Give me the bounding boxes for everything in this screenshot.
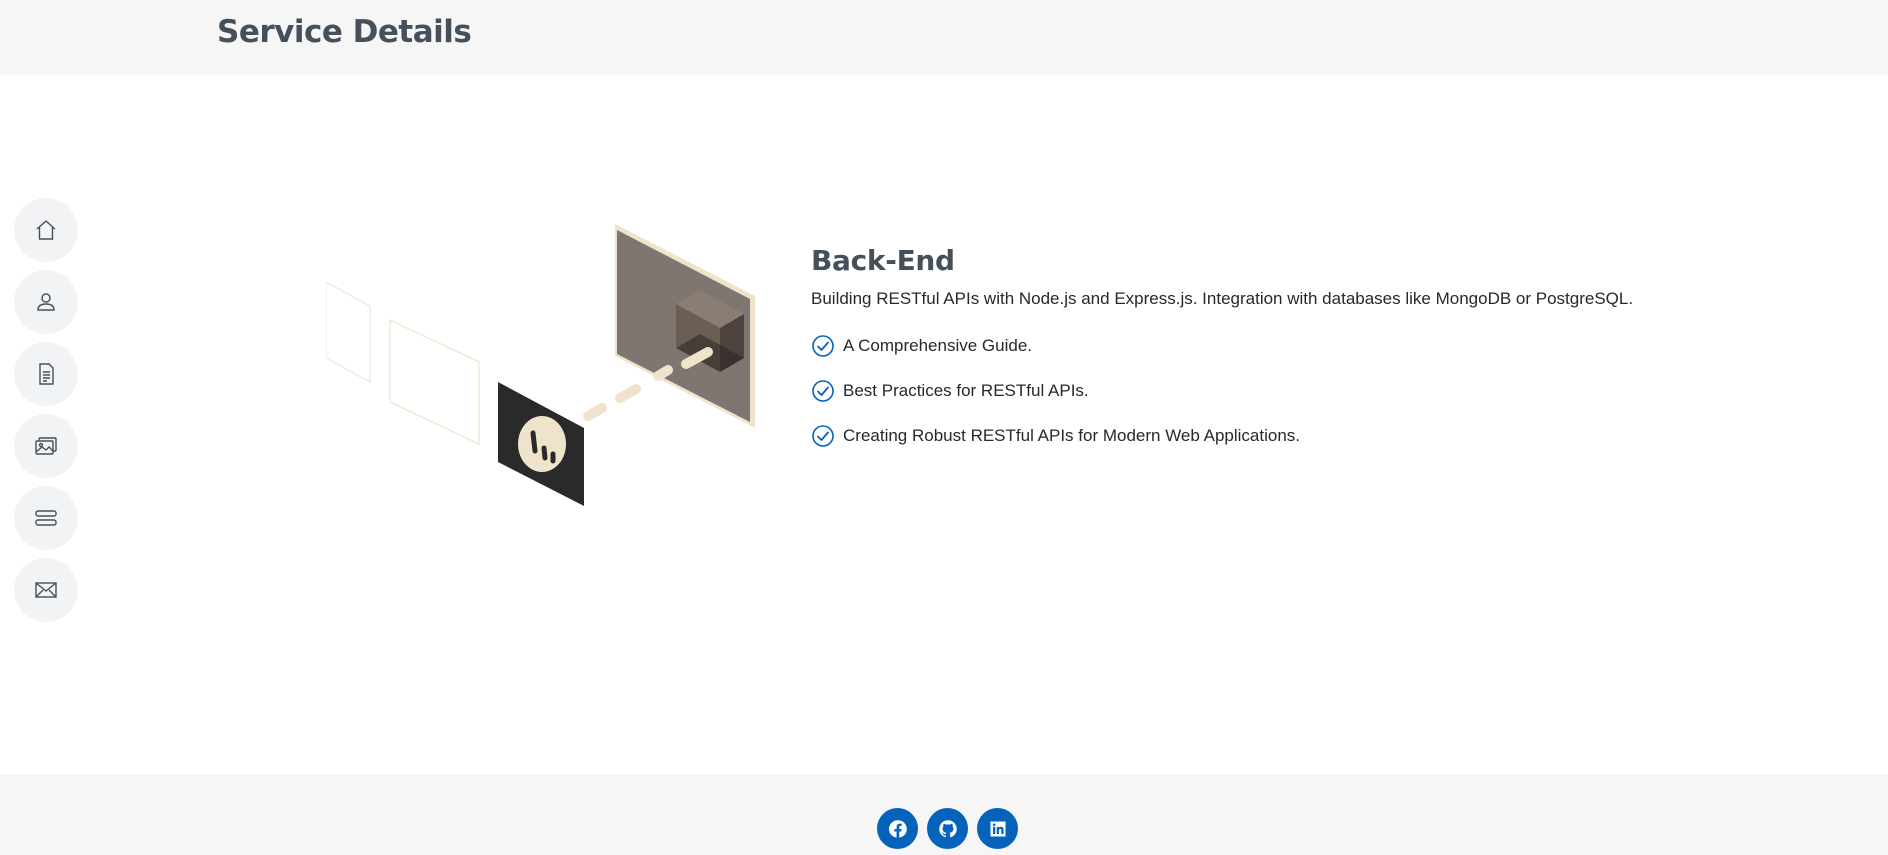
page-header: Service Details (0, 0, 1888, 75)
feature-list: A Comprehensive Guide. Best Practices fo… (811, 323, 1811, 458)
feature-text: A Comprehensive Guide. (843, 335, 1032, 355)
linkedin-icon (990, 821, 1005, 836)
service-content: Back-End Building RESTful APIs with Node… (811, 244, 1811, 458)
side-nav (14, 198, 78, 630)
facebook-icon (888, 819, 907, 838)
nav-services-button[interactable] (14, 486, 78, 550)
list-item: Best Practices for RESTful APIs. (811, 368, 1811, 413)
facebook-link[interactable] (877, 808, 918, 849)
feature-text: Best Practices for RESTful APIs. (843, 380, 1089, 400)
file-text-icon (39, 363, 54, 385)
nav-about-button[interactable] (14, 270, 78, 334)
check-circle-icon (812, 424, 834, 447)
images-icon (35, 437, 57, 455)
github-link[interactable] (927, 808, 968, 849)
page-title: Service Details (217, 14, 472, 50)
person-icon (37, 293, 55, 311)
server-icon (35, 510, 57, 526)
nav-contact-button[interactable] (14, 558, 78, 622)
check-circle-icon (812, 334, 834, 357)
list-item: Creating Robust RESTful APIs for Modern … (811, 413, 1811, 458)
nav-portfolio-button[interactable] (14, 414, 78, 478)
feature-text: Creating Robust RESTful APIs for Modern … (843, 425, 1301, 445)
list-item: A Comprehensive Guide. (811, 323, 1811, 368)
envelope-icon (35, 582, 57, 598)
nav-resume-button[interactable] (14, 342, 78, 406)
service-title: Back-End (811, 244, 955, 277)
service-description: Building RESTful APIs with Node.js and E… (811, 289, 1634, 308)
nav-home-button[interactable] (14, 198, 78, 262)
linkedin-link[interactable] (977, 808, 1018, 849)
house-icon (36, 220, 56, 240)
social-links (877, 808, 1018, 849)
check-circle-icon (812, 379, 834, 402)
backend-illustration (325, 222, 760, 512)
github-icon (938, 819, 957, 837)
